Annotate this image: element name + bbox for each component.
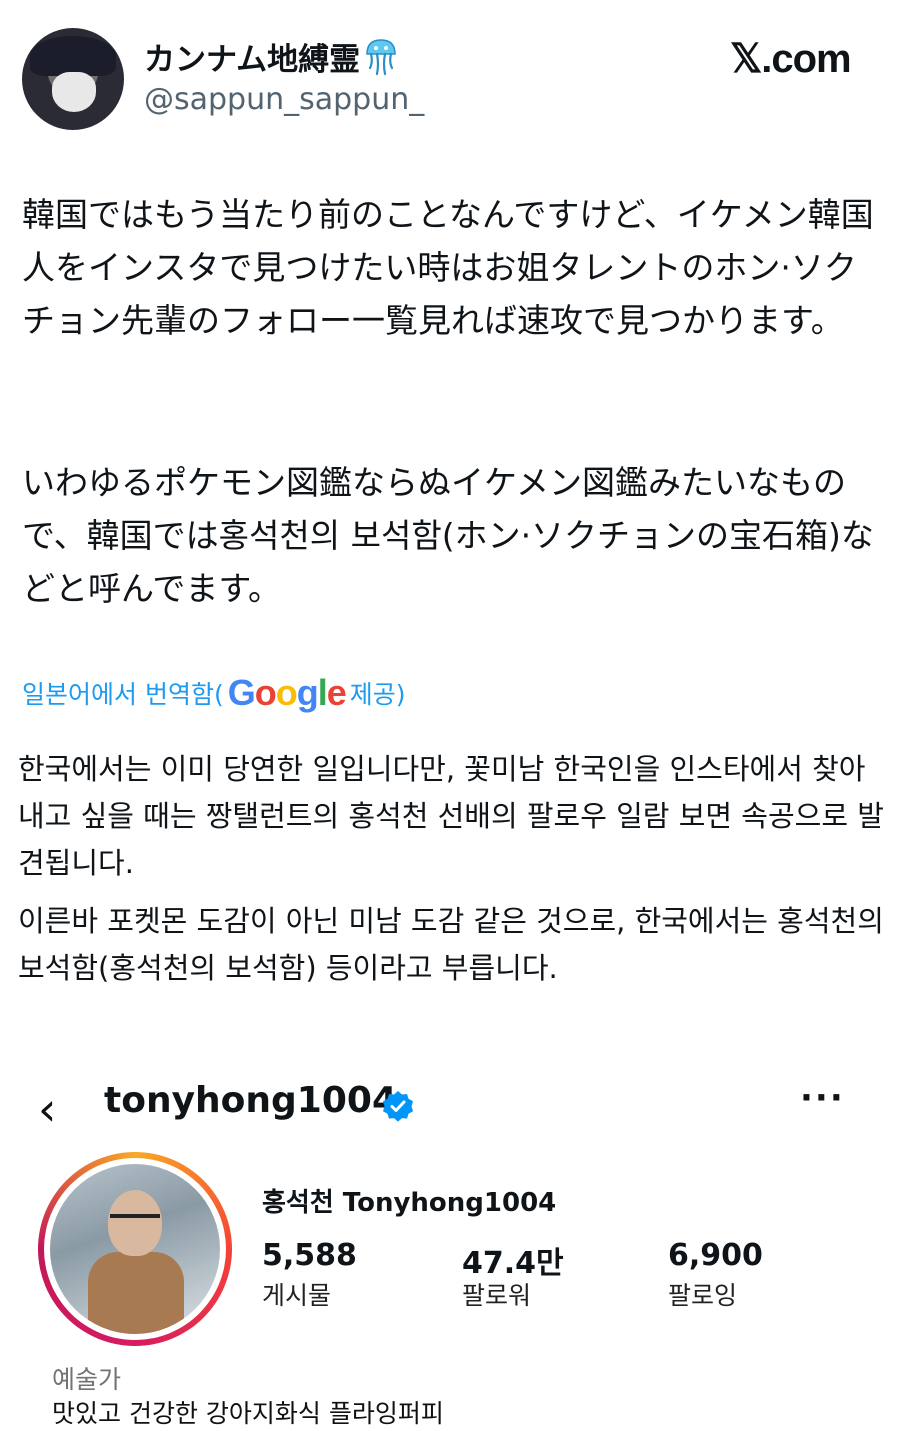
google-logo: Google [227, 672, 347, 713]
translated-suffix: 제공) [349, 680, 406, 709]
site-label: 𝕏.com [730, 37, 852, 81]
translation-paragraph-1: 한국에서는 이미 당연한 일입니다만, 꽃미남 한국인을 인스타에서 찾아내고 … [18, 752, 884, 880]
following-label[interactable]: 팔로잉 [668, 1276, 737, 1312]
author-handle[interactable]: @sappun_sappun_ [144, 82, 424, 117]
author-avatar[interactable] [22, 28, 124, 130]
profile-avatar[interactable] [38, 1152, 232, 1346]
posts-label[interactable]: 게시물 [262, 1276, 331, 1312]
more-options-icon[interactable]: ··· [800, 1078, 845, 1118]
avatar-hood [30, 36, 116, 76]
tweet-paragraph-1: 韓国ではもう当たり前のことなんですけど、イケメン韓国人をインスタで見つけたい時は… [22, 195, 874, 340]
x-logo: 𝕏.com [730, 36, 852, 82]
profile-bio: 맛있고 건강한 강아지화식 플라잉퍼피 [52, 1399, 444, 1428]
profile-category: 예술가 [52, 1365, 122, 1394]
avatar-mask [52, 72, 96, 112]
verified-badge-icon [383, 1091, 413, 1122]
translated-prefix: 일본어에서 번역함( [22, 680, 224, 709]
instagram-username: tonyhong1004 [104, 1080, 397, 1121]
profile-photo [50, 1164, 220, 1334]
translation-paragraph-2: 이른바 포켓몬 도감이 아닌 미남 도감 같은 것으로, 한국에서는 홍석천의 … [18, 904, 884, 985]
tweet-paragraph-2: いわゆるポケモン図鑑ならぬイケメン図鑑みたいなもので、韓国では홍석천의 보석함(… [22, 463, 874, 608]
following-count[interactable]: 6,900 [668, 1238, 763, 1273]
posts-count[interactable]: 5,588 [262, 1238, 357, 1273]
back-chevron-icon[interactable]: ‹ [38, 1082, 56, 1136]
jellyfish-icon [366, 39, 396, 76]
author-display-name[interactable]: カンナム地縛霊 [144, 34, 360, 79]
profile-full-name: 홍석천 Tonyhong1004 [262, 1188, 557, 1218]
followers-label[interactable]: 팔로워 [462, 1276, 531, 1312]
translation-attribution[interactable]: 일본어에서 번역함( Google 제공) [22, 672, 406, 714]
